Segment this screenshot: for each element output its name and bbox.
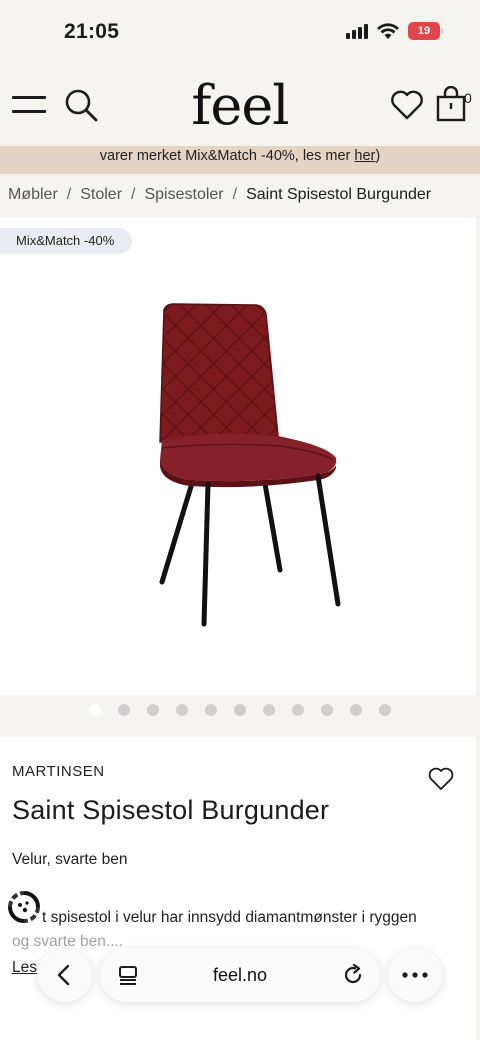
carousel-dot[interactable] bbox=[292, 704, 304, 716]
banner-suffix: ) bbox=[375, 148, 381, 164]
status-icons: 19 bbox=[346, 22, 443, 40]
cookie-settings-icon[interactable] bbox=[8, 891, 40, 923]
breadcrumb: Møbler / Stoler / Spisestoler / Saint Spisesto… bbox=[8, 186, 431, 204]
browser-more-button[interactable] bbox=[388, 948, 442, 1002]
carousel-dot[interactable] bbox=[263, 704, 275, 716]
carousel-dot[interactable] bbox=[379, 704, 391, 716]
carousel-dot[interactable] bbox=[176, 704, 188, 716]
breadcrumb-item[interactable]: Møbler bbox=[8, 186, 58, 203]
browser-back-button[interactable] bbox=[38, 948, 92, 1002]
read-more-link[interactable]: Les bbox=[12, 959, 37, 977]
breadcrumb-separator: / bbox=[131, 186, 136, 203]
status-bar: 21:05 19 bbox=[0, 0, 480, 66]
product-brand[interactable]: MARTINSEN bbox=[12, 763, 105, 780]
reload-icon[interactable] bbox=[342, 964, 364, 986]
carousel-dot[interactable] bbox=[89, 704, 101, 716]
signal-icon bbox=[346, 23, 368, 39]
carousel-dots bbox=[0, 704, 480, 718]
battery-icon: 19 bbox=[408, 22, 443, 40]
product-description: t spisestol i velur har innsydd diamantm… bbox=[42, 909, 417, 926]
carousel-dot[interactable] bbox=[205, 704, 217, 716]
breadcrumb-item[interactable]: Spisestoler bbox=[144, 186, 223, 203]
shopping-bag-icon[interactable] bbox=[436, 86, 466, 122]
promo-badge: Mix&Match -40% bbox=[0, 228, 133, 254]
status-time: 21:05 bbox=[64, 20, 120, 43]
chevron-left-icon bbox=[57, 964, 70, 986]
carousel-dot[interactable] bbox=[234, 704, 246, 716]
banner-text: varer merket Mix&Match -40%, les mer bbox=[99, 148, 355, 164]
product-image-chair[interactable] bbox=[150, 300, 350, 630]
product-gallery[interactable]: Mix&Match -40% bbox=[0, 218, 476, 695]
promo-banner: varer merket Mix&Match -40%, les mer her… bbox=[0, 146, 480, 174]
breadcrumb-separator: / bbox=[232, 186, 238, 203]
product-subtitle: Velur, svarte ben bbox=[12, 851, 128, 868]
breadcrumb-item[interactable]: Stoler bbox=[80, 186, 122, 203]
carousel-dot[interactable] bbox=[350, 704, 362, 716]
add-to-wishlist-heart-icon[interactable] bbox=[428, 767, 454, 791]
cart-count: 0 bbox=[464, 90, 472, 106]
breadcrumb-current: Saint Spisestol Burgunder bbox=[246, 186, 432, 203]
wifi-icon bbox=[377, 23, 399, 39]
carousel-dot[interactable] bbox=[147, 704, 159, 716]
carousel-dot[interactable] bbox=[321, 704, 333, 716]
more-dots-icon bbox=[402, 972, 428, 978]
browser-url[interactable]: feel.no bbox=[100, 965, 380, 986]
site-header: feel 0 bbox=[0, 66, 480, 146]
browser-address-bar[interactable]: feel.no bbox=[100, 948, 380, 1002]
carousel-dot[interactable] bbox=[118, 704, 130, 716]
wishlist-heart-icon[interactable] bbox=[390, 90, 424, 120]
product-title: Saint Spisestol Burgunder bbox=[12, 795, 330, 825]
banner-link[interactable]: her bbox=[354, 148, 375, 164]
breadcrumb-separator: / bbox=[66, 186, 72, 203]
